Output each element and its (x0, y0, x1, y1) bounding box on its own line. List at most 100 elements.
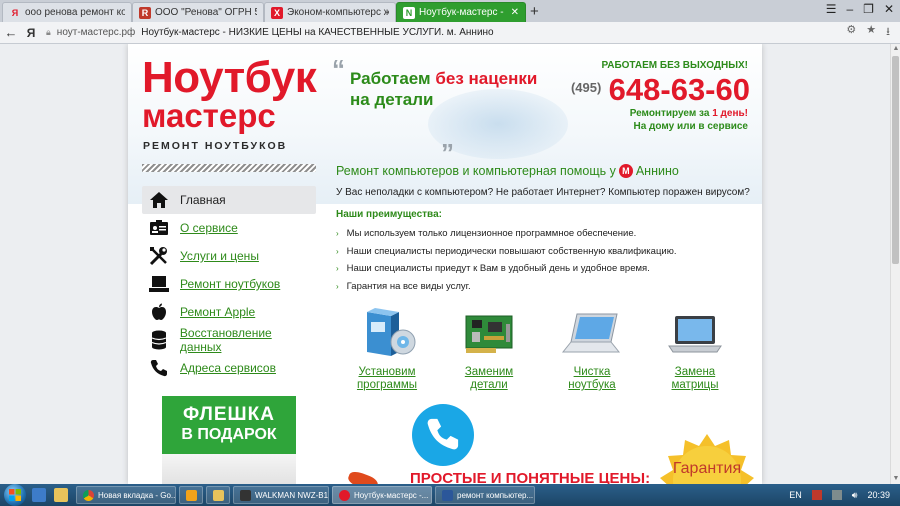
url-page-title: Ноутбук-мастерс - НИЗКИЕ ЦЕНЫ на КАЧЕСТВ… (141, 27, 494, 38)
taskbar-item-label: WALKMAN NWZ-B1... (255, 490, 329, 500)
browser-viewport: Ноутбук мастерс РЕМОНТ НОУТБУКОВ “ Работ… (0, 44, 890, 484)
taskbar-item-folder[interactable] (206, 486, 230, 504)
close-tab-icon[interactable]: ✕ (507, 7, 519, 18)
taskbar-item-walkman[interactable]: WALKMAN NWZ-B1... (233, 486, 329, 504)
extension-icon[interactable]: ⚙ (846, 23, 856, 42)
menu-item-home[interactable]: Главная (142, 186, 316, 214)
start-button[interactable] (4, 484, 26, 506)
download-icon[interactable]: ⭳ (886, 23, 890, 42)
menu-item-data-recovery[interactable]: Восстановление данных (142, 326, 316, 354)
advantages-title: Наши преимущества: (336, 209, 442, 220)
service-label-line1: Замена (674, 366, 716, 378)
service-label-line1: Чистка (573, 366, 611, 378)
menu-item-label: Восстановление данных (179, 326, 272, 354)
advantage-text: Наши специалисты приедут к Вам в удобный… (346, 263, 650, 274)
menu-icon[interactable]: ☰ (826, 2, 837, 16)
ie-icon[interactable] (32, 488, 46, 502)
url-field[interactable]: 🔒︎ ноут-мастерс.рф Ноутбук-мастерс - НИЗ… (46, 25, 846, 41)
phone-block[interactable]: (495) 648-63-60 (571, 72, 750, 108)
logo-line1[interactable]: Ноутбук (142, 54, 317, 102)
taskbar-item-label: Новая вкладка - Go... (98, 490, 176, 500)
tab-label: Ноутбук-мастерс - НИЗК (419, 7, 507, 18)
service-label[interactable]: Заменим детали (444, 366, 534, 392)
service-label-line1: Заменим (464, 366, 514, 378)
close-window-icon[interactable]: ✕ (884, 2, 894, 16)
yandex-browser-icon (339, 489, 350, 501)
metro-icon: М (618, 164, 633, 178)
minimize-icon[interactable]: – (846, 2, 853, 16)
tab-label: Эконом-компьютерс жало (287, 7, 389, 18)
tab-2[interactable]: R ООО "Ренова" ОГРН 51677 (132, 2, 264, 22)
slogan-part1: Работаем (350, 69, 431, 88)
advantage-text: Наши специалисты периодически повышают с… (346, 245, 677, 257)
close-quote-icon: ” (441, 138, 454, 168)
windows-logo-icon (9, 489, 21, 501)
service-label-line2: программы (356, 379, 418, 391)
menu-item-label: О сервисе (180, 221, 238, 235)
work-days-notice: РАБОТАЕМ БЕЗ ВЫХОДНЫХ! (601, 60, 748, 71)
scrollbar-thumb[interactable] (892, 56, 899, 264)
bookmark-star-icon[interactable]: ★ (866, 23, 876, 42)
service-replace-matrix[interactable]: Замена матрицы (650, 308, 740, 392)
laptop-icon (148, 274, 170, 294)
menu-item-addresses[interactable]: Адреса сервисов (142, 354, 316, 382)
repair-days: 1 день! (712, 108, 748, 119)
lock-icon: 🔒︎ (46, 27, 51, 37)
new-tab-icon[interactable]: + (530, 3, 539, 20)
taskbar-item-chrome[interactable]: Новая вкладка - Go... (76, 486, 176, 504)
taskbar-item-yandex[interactable]: Ноутбук-мастерс -... (332, 486, 432, 504)
scroll-up-icon[interactable]: ▲ (891, 44, 900, 54)
service-label[interactable]: Замена матрицы (650, 366, 740, 392)
tab-active[interactable]: N Ноутбук-мастерс - НИЗК ✕ (396, 2, 526, 22)
menu-item-label: Услуги и цены (180, 249, 259, 263)
service-replace-parts[interactable]: Заменим детали (444, 308, 534, 392)
yandex-logo-icon[interactable]: Я (22, 26, 40, 40)
menu-item-laptop-repair[interactable]: Ремонт ноутбуков (142, 270, 316, 298)
call-button[interactable] (412, 404, 474, 466)
menu-item-services[interactable]: Услуги и цены (142, 242, 316, 270)
id-card-icon (148, 218, 170, 238)
service-install-software[interactable]: Установим программы (342, 308, 432, 392)
tab-1[interactable]: Я ооо ренова ремонт компь (2, 2, 132, 22)
vertical-scrollbar[interactable]: ▲ ▼ (890, 44, 900, 484)
logo-line2[interactable]: мастерс (142, 98, 276, 134)
guarantee-badge: Гарантия (658, 432, 756, 484)
security-flag-icon[interactable] (811, 490, 822, 500)
phone-icon (148, 358, 170, 378)
home-icon (148, 190, 170, 210)
yandex-favicon-icon: Я (11, 7, 19, 18)
banner-line1: ФЛЕШКА (183, 404, 275, 425)
folder-icon[interactable] (54, 488, 68, 502)
clock[interactable]: 20:39 (867, 490, 890, 500)
laptop-cleaning-icon (547, 308, 637, 360)
menu-item-about[interactable]: О сервисе (142, 214, 316, 242)
main-heading-station: Аннино (635, 164, 679, 178)
windows-taskbar: Новая вкладка - Go... WALKMAN NWZ-B1... … (0, 484, 900, 506)
arrow-bullet-icon: › (336, 229, 339, 238)
pepper-decoration (346, 469, 380, 484)
maximize-icon[interactable]: ❐ (863, 2, 874, 16)
service-laptop-cleaning[interactable]: Чистка ноутбука (547, 308, 637, 392)
volume-icon[interactable]: 🔊︎ (852, 490, 858, 501)
scroll-down-icon[interactable]: ▼ (891, 474, 900, 484)
taskbar-item-word[interactable]: ремонт компьютер... (435, 486, 535, 504)
service-label-line2: детали (470, 379, 508, 391)
taskbar-item-media[interactable] (179, 486, 203, 504)
network-icon[interactable] (831, 490, 842, 500)
media-player-icon (185, 489, 197, 501)
intro-text: У Вас неполадки с компьютером? Не работа… (336, 187, 750, 198)
list-item: › Мы используем только лицензионное прогр… (336, 228, 676, 246)
menu-item-apple-repair[interactable]: Ремонт Apple (142, 298, 316, 326)
url-domain: ноут-мастерс.рф (56, 27, 136, 38)
service-label[interactable]: Чистка ноутбука (547, 366, 637, 392)
service-label[interactable]: Установим программы (342, 366, 432, 392)
tab-3[interactable]: X Эконом-компьютерс жало (264, 2, 396, 22)
language-indicator[interactable]: EN (789, 490, 802, 500)
window-controls: ☰ – ❐ ✕ (826, 2, 894, 16)
flash-drive-gift-banner[interactable]: ФЛЕШКА В ПОДАРОК (162, 396, 296, 484)
menu-item-label: Адреса сервисов (180, 361, 276, 375)
chrome-icon (83, 489, 94, 501)
back-arrow-icon[interactable]: ← (0, 25, 22, 40)
phone-number[interactable]: 648-63-60 (609, 72, 750, 107)
banner-line2: В ПОДАРОК (181, 426, 277, 443)
